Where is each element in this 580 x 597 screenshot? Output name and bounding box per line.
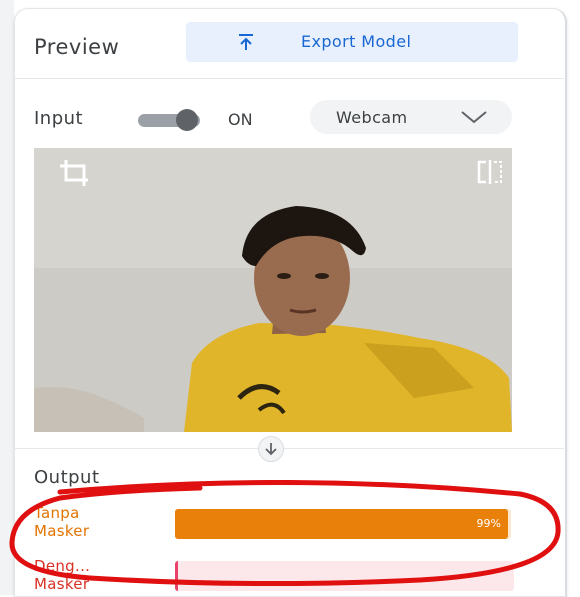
upload-icon	[239, 34, 253, 50]
input-source-select[interactable]: Webcam	[310, 100, 512, 134]
confidence-bar-dengan-masker	[175, 561, 514, 591]
input-toggle[interactable]	[136, 109, 202, 131]
crop-icon[interactable]	[58, 158, 92, 188]
confidence-percent: 99%	[476, 517, 501, 530]
confidence-bar-tanpa-masker: 99%	[175, 509, 511, 539]
export-model-button[interactable]: Export Model	[186, 22, 518, 62]
toggle-knob	[176, 109, 198, 131]
toggle-state-label: ON	[228, 110, 253, 129]
section-divider-right	[284, 448, 564, 449]
input-source-value: Webcam	[336, 108, 408, 127]
class-label-line1: Deng...	[34, 557, 91, 575]
webcam-image	[34, 148, 512, 432]
header-divider	[14, 78, 564, 79]
input-label: Input	[34, 108, 84, 129]
left-background	[0, 0, 14, 595]
class-label-line2: Masker	[34, 575, 90, 593]
class-label-tanpa-masker: Tanpa Masker	[34, 504, 89, 540]
flip-icon[interactable]	[476, 160, 504, 184]
export-model-label: Export Model	[301, 32, 412, 51]
class-label-line2: Masker	[34, 522, 90, 540]
confidence-bar-fill	[175, 509, 508, 539]
class-label-line1: Tanpa	[34, 504, 80, 522]
arrow-down-icon	[258, 436, 284, 462]
class-label-dengan-masker: Deng... Masker	[34, 557, 90, 593]
section-divider-left	[14, 448, 258, 449]
webcam-preview	[34, 148, 512, 432]
output-label: Output	[34, 467, 100, 488]
page-title: Preview	[34, 35, 120, 59]
chevron-down-icon	[461, 111, 487, 124]
